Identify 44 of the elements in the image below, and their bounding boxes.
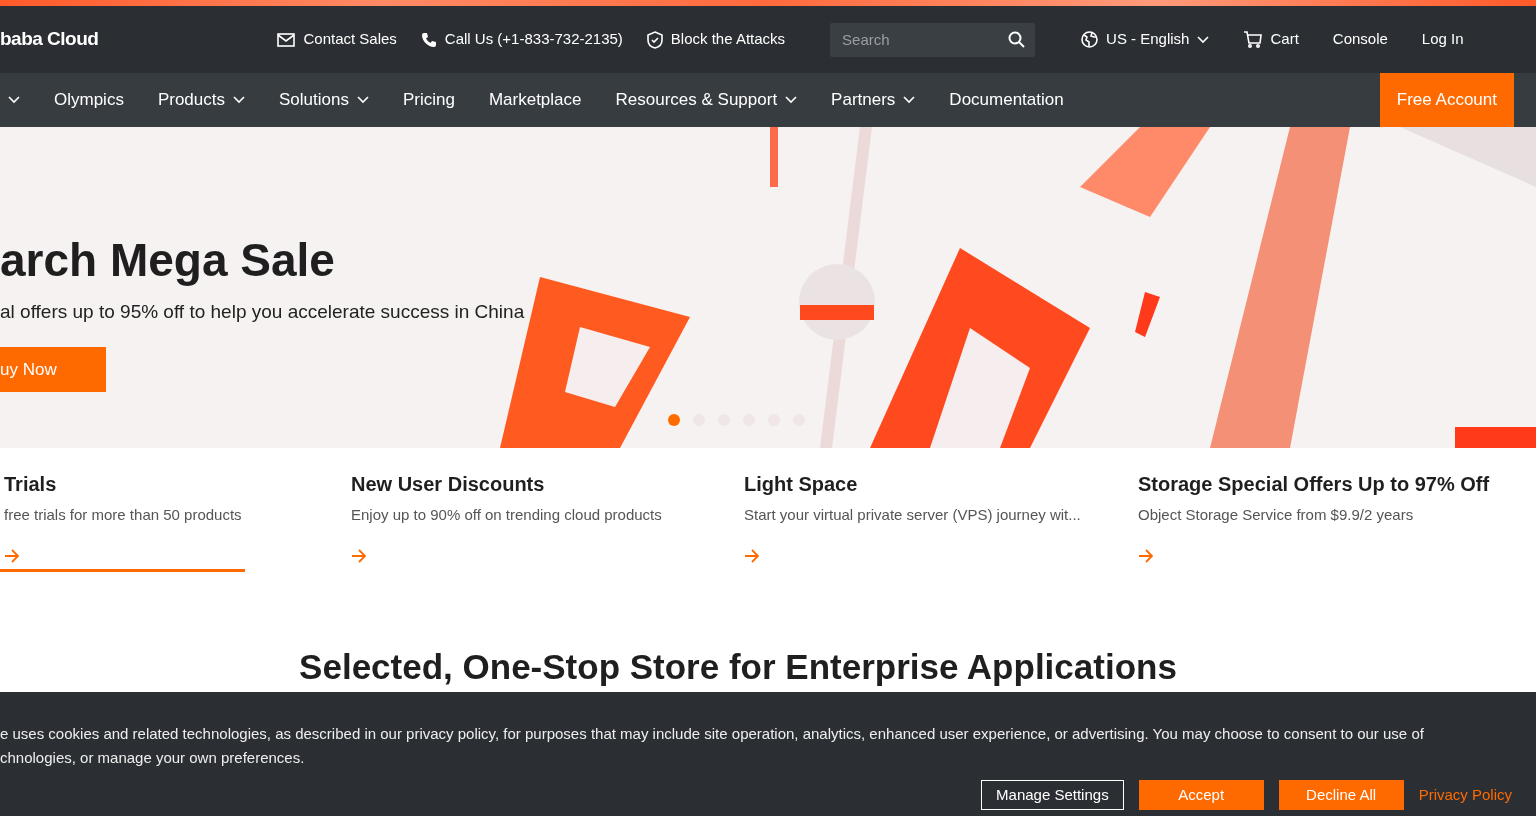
nav-link[interactable]: Partners bbox=[831, 87, 916, 113]
nav-link[interactable]: Resources & Support bbox=[615, 87, 798, 113]
nav-link[interactable]: Pricing bbox=[402, 87, 455, 113]
card-title: New User Discounts bbox=[351, 472, 546, 496]
top-link[interactable]: Contact Sales bbox=[277, 28, 397, 51]
cookie-text: e uses cookies and related technologies, as described in our privacy policy, for purposes that may include site operation, analytics, enhanced user experience, or advertising. You may choose to consent to our use of bbox=[0, 724, 1425, 744]
card-description: Enjoy up to 90% off on trending cloud products bbox=[351, 505, 663, 525]
card-title: Trials bbox=[4, 472, 58, 496]
card-title: Storage Special Offers Up to 97% Off bbox=[1138, 472, 1491, 496]
card-title: Light Space bbox=[744, 472, 859, 496]
phone-icon bbox=[420, 31, 437, 48]
shield-icon bbox=[646, 30, 663, 49]
arrow-right-icon bbox=[351, 548, 367, 563]
top-link[interactable]: Log In bbox=[1421, 28, 1464, 51]
chevron-down-icon[interactable] bbox=[8, 96, 20, 104]
top-link[interactable]: Call Us (+1-833-732-2135) bbox=[420, 28, 623, 51]
carousel-dot[interactable] bbox=[668, 414, 680, 426]
card-description: Object Storage Service from $9.9/2 years bbox=[1138, 505, 1415, 525]
nav-link[interactable]: Products bbox=[157, 87, 245, 113]
top-link[interactable]: Block the Attacks bbox=[646, 28, 786, 51]
card-description: Start your virtual private server (VPS) journey wit... bbox=[744, 505, 1082, 525]
arrow-right-icon bbox=[744, 548, 760, 563]
hero-title: arch Mega Sale bbox=[0, 233, 336, 286]
top-link[interactable]: Cart bbox=[1243, 28, 1299, 51]
search-icon bbox=[1008, 30, 1026, 48]
globe-icon bbox=[1081, 31, 1099, 48]
nav-link[interactable]: Marketplace bbox=[488, 87, 582, 113]
nav-link[interactable]: Solutions bbox=[279, 87, 369, 113]
privacy-policy-link[interactable]: Privacy Policy bbox=[1418, 780, 1512, 810]
hero-subtitle: al offers up to 95% off to help you accelerate success in China bbox=[0, 299, 526, 324]
nav-link[interactable]: Olympics bbox=[54, 87, 124, 113]
cart-icon bbox=[1243, 31, 1263, 48]
card-description: free trials for more than 50 products bbox=[4, 505, 243, 525]
cookie-text: chnologies, or manage your own preferences. bbox=[0, 748, 306, 768]
nav-link[interactable]: Documentation bbox=[949, 87, 1064, 113]
manage-settings-button[interactable]: Manage Settings bbox=[981, 780, 1124, 810]
search-field[interactable]: Search bbox=[830, 22, 1036, 57]
arrow-right-icon bbox=[1138, 548, 1154, 563]
top-link[interactable]: Console bbox=[1332, 28, 1388, 51]
top-link[interactable]: US - English bbox=[1081, 28, 1210, 51]
logo-text: baba Cloud bbox=[0, 27, 99, 52]
mail-icon bbox=[277, 32, 296, 47]
section-heading: Selected, One-Stop Store for Enterprise Applications bbox=[298, 648, 1178, 687]
arrow-right-icon bbox=[4, 548, 20, 563]
